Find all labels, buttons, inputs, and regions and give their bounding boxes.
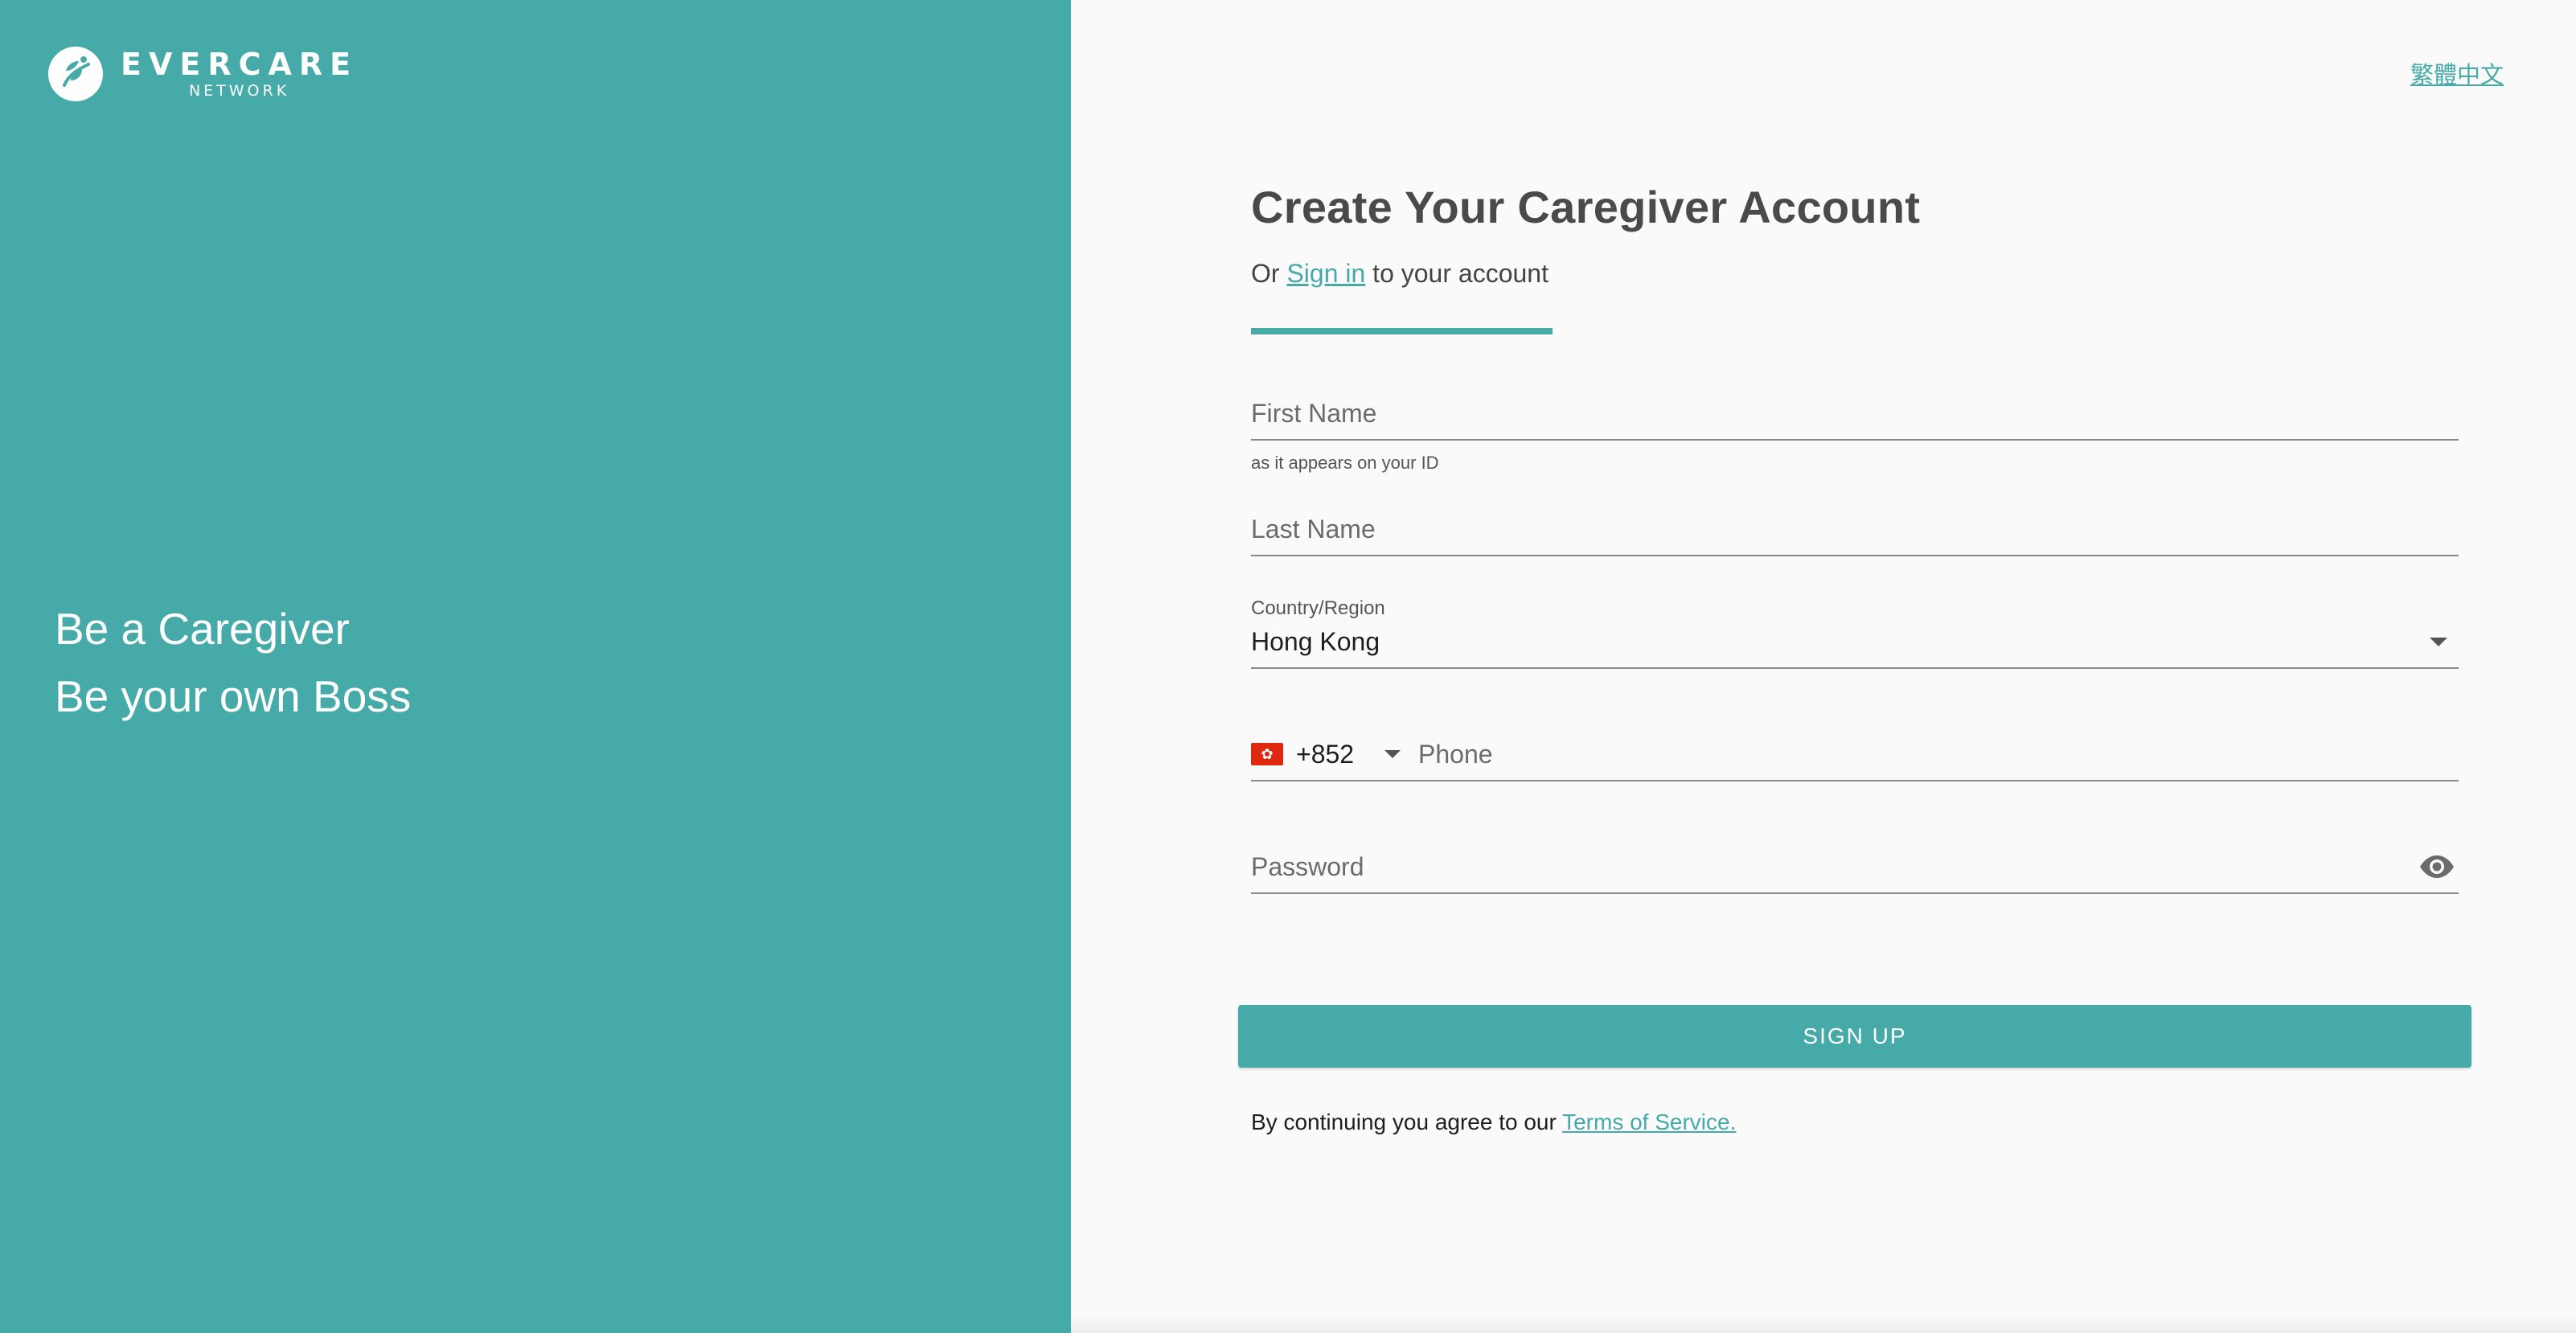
signin-link[interactable]: Sign in <box>1286 259 1365 288</box>
terms-notice: By continuing you agree to our Terms of … <box>1251 1106 1736 1138</box>
bottom-shadow <box>1071 1315 2576 1333</box>
password-field[interactable]: Password <box>1251 849 2459 894</box>
tagline-line-1: Be a Caregiver <box>55 604 350 654</box>
country-label: Country/Region <box>1251 597 1385 619</box>
last-name-placeholder: Last Name <box>1251 515 1376 543</box>
hong-kong-flag-icon[interactable]: ✿ <box>1251 743 1283 765</box>
password-placeholder: Password <box>1251 852 1364 881</box>
phone-placeholder: Phone <box>1418 740 1493 769</box>
terms-of-service-link[interactable]: Terms of Service. <box>1562 1109 1736 1134</box>
signin-prefix: Or <box>1251 259 1280 288</box>
signin-prompt: Or Sign in to your account <box>1251 256 2459 291</box>
tagline-line-2: Be your own Boss <box>55 671 412 721</box>
first-name-helper-text: as it appears on your ID <box>1251 453 1439 473</box>
last-name-field[interactable]: Last Name <box>1251 511 2459 556</box>
page-title: Create Your Caregiver Account <box>1251 182 1921 232</box>
logo[interactable]: EVERCARE NETWORK <box>47 45 358 103</box>
hero-tagline: Be a Caregiver Be your own Boss <box>55 595 411 730</box>
country-select[interactable]: Country/Region Hong Kong <box>1251 597 2459 669</box>
terms-prefix: By continuing you agree to our <box>1251 1109 1557 1134</box>
signup-page: EVERCARE NETWORK Be a Caregiver Be your … <box>0 0 2576 1333</box>
dial-code: +852 <box>1296 740 1355 769</box>
country-value: Hong Kong <box>1251 627 1380 656</box>
logo-text: EVERCARE NETWORK <box>121 48 358 100</box>
accent-divider <box>1251 328 1553 334</box>
eye-icon[interactable] <box>2418 855 2455 879</box>
brand-subtitle: NETWORK <box>188 82 290 100</box>
form-panel: 繁體中文 Create Your Caregiver Account Or Si… <box>1071 0 2576 1333</box>
evercare-logo-icon <box>48 47 103 101</box>
first-name-placeholder: First Name <box>1251 399 1377 428</box>
signup-form: Create Your Caregiver Account Or Sign in… <box>1251 177 2459 894</box>
dial-code-chevron-down-icon[interactable] <box>1384 750 1401 758</box>
chevron-down-icon[interactable] <box>2430 638 2447 646</box>
sign-up-button[interactable]: SIGN UP <box>1238 1005 2471 1068</box>
first-name-field[interactable]: First Name <box>1251 396 2459 441</box>
language-switch-link[interactable]: 繁體中文 <box>2410 56 2504 90</box>
brand-panel: EVERCARE NETWORK Be a Caregiver Be your … <box>0 0 1071 1333</box>
phone-field[interactable]: ✿ +852 Phone <box>1251 736 2459 781</box>
brand-name: EVERCARE <box>121 47 359 82</box>
signin-suffix: to your account <box>1372 259 1548 288</box>
